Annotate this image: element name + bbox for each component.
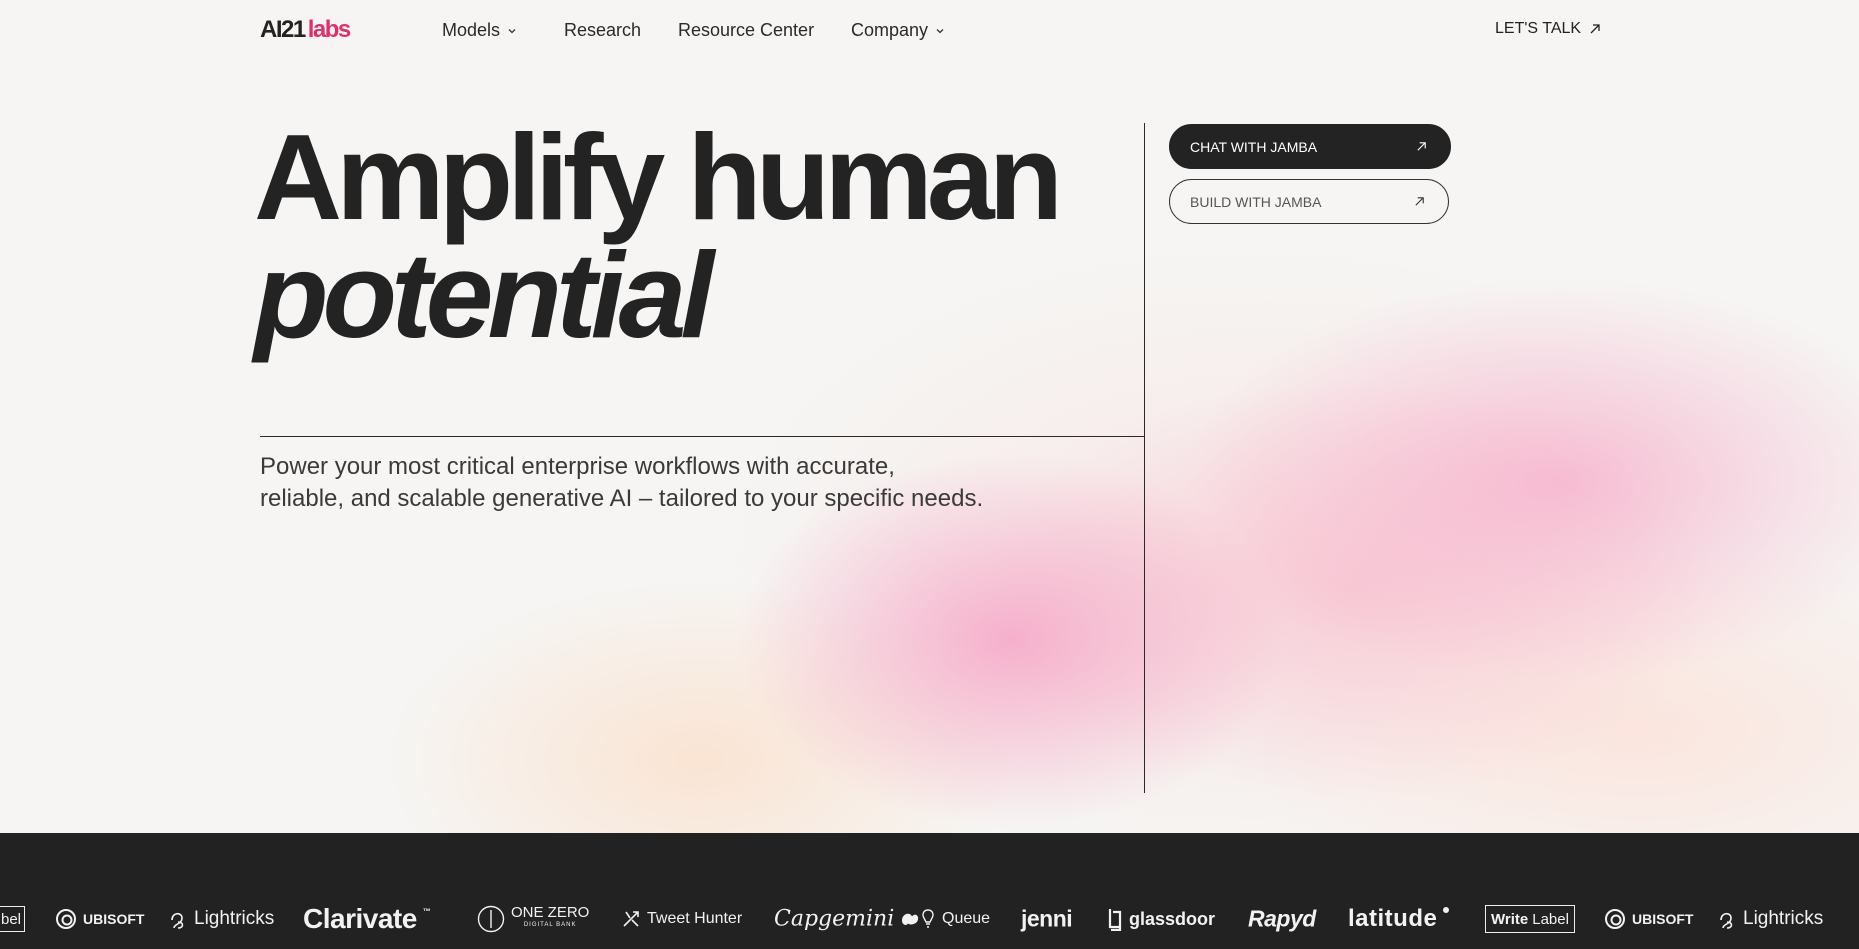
- lightricks-icon: [171, 912, 184, 929]
- chat-with-jamba-button[interactable]: CHAT WITH JAMBA: [1169, 124, 1451, 169]
- logo-text: Rapyd: [1248, 905, 1316, 932]
- chevron-down-icon: [936, 28, 944, 33]
- nav-item-company[interactable]: Company: [851, 20, 945, 41]
- ubisoft-logo: UBISOFT: [1604, 908, 1693, 930]
- button-label: CHAT WITH JAMBA: [1190, 138, 1318, 155]
- jenni-logo: jenni: [1021, 905, 1073, 933]
- lets-talk-label: LET'S TALK: [1495, 20, 1582, 37]
- lightricks-logo: Lightricks: [1717, 908, 1823, 930]
- hero-subtitle: Power your most critical enterprise work…: [260, 451, 1020, 515]
- one-zero-circle-icon: [477, 905, 505, 933]
- build-with-jamba-button[interactable]: BUILD WITH JAMBA: [1169, 179, 1449, 224]
- logo-labs-text: labs: [307, 16, 352, 43]
- queue-bulb-icon: [922, 909, 934, 928]
- ubisoft-logo: UBISOFT: [55, 908, 144, 930]
- logo-text: bel: [1, 910, 22, 928]
- logo-text: Capgemini: [774, 906, 895, 932]
- ubisoft-swirl-icon: [1605, 909, 1625, 929]
- logo-text: UBISOFT: [83, 911, 145, 927]
- headline-line-2: potential: [254, 227, 714, 363]
- lets-talk-link[interactable]: LET'S TALK: [1495, 20, 1602, 38]
- subtitle-line-2: reliable, and scalable generative AI – t…: [260, 485, 984, 512]
- logo-text: ONE ZERO: [511, 904, 590, 921]
- latitude-logo: latitude: [1348, 905, 1450, 933]
- logo-ai21-text: AI21: [260, 16, 306, 43]
- button-label: BUILD WITH JAMBA: [1190, 193, 1322, 210]
- logo-text: Lightricks: [194, 908, 275, 929]
- hero-headline: Amplify human potential: [254, 116, 1063, 363]
- nav-label: Resource Center: [678, 20, 815, 40]
- glassdoor-door-icon: [1108, 909, 1122, 931]
- clarivate-logo: Clarivate ™: [303, 903, 431, 935]
- logo-text: UBISOFT: [1632, 911, 1694, 927]
- lightricks-icon: [1720, 912, 1733, 929]
- chevron-down-icon: [508, 28, 516, 33]
- vertical-divider: [1144, 123, 1145, 793]
- nav-item-research[interactable]: Research: [564, 20, 641, 41]
- lightricks-logo: Lightricks: [168, 908, 274, 930]
- nav-label: Company: [851, 20, 929, 40]
- arrow-up-right-icon: [1590, 24, 1600, 34]
- logo-text: Write: [1491, 910, 1529, 928]
- capgemini-logo: Capgemini: [774, 907, 920, 932]
- tweet-hunter-logo: Tweet Hunter: [621, 909, 742, 929]
- logo-text: latitude: [1348, 905, 1438, 932]
- logo-text: Clarivate: [303, 903, 417, 934]
- glassdoor-logo: glassdoor: [1107, 907, 1215, 931]
- logo-text: jenni: [1021, 905, 1073, 932]
- arrow-up-right-icon: [1415, 197, 1424, 206]
- one-zero-logo: ONE ZERO DIGITAL BANK: [477, 905, 589, 933]
- queue-logo: Queue: [920, 908, 990, 930]
- headline-line-1: Amplify human: [254, 109, 1063, 245]
- one-zero-wordmark: ONE ZERO DIGITAL BANK: [511, 904, 590, 931]
- write-label-logo: Write Label: [1485, 905, 1575, 933]
- subtitle-line-1: Power your most critical enterprise work…: [260, 453, 895, 480]
- customer-logos-strip: [0, 833, 1859, 949]
- nav-label: Models: [442, 20, 501, 40]
- logo-text: Tweet Hunter: [647, 910, 743, 927]
- logo-text: Label: [1532, 910, 1569, 928]
- arrow-up-right-icon: [1417, 142, 1426, 151]
- hero-section: AI21 labs Models Research Resource Center…: [0, 0, 1859, 833]
- latitude-dot: [1443, 907, 1450, 913]
- nav-item-resource-center[interactable]: Resource Center: [678, 20, 814, 41]
- write-label-logo-partial: bel: [0, 906, 26, 932]
- ai21-labs-logo[interactable]: AI21 labs: [260, 16, 352, 46]
- capgemini-spade-icon: [902, 913, 919, 925]
- trademark-symbol: ™: [422, 907, 431, 916]
- top-navigation: AI21 labs Models Research Resource Center…: [0, 0, 1859, 64]
- logo-text: Queue: [942, 910, 991, 927]
- logo-subtext: DIGITAL BANK: [523, 922, 577, 928]
- nav-item-models[interactable]: Models: [442, 20, 517, 41]
- horizontal-divider: [260, 436, 1144, 437]
- logo-text: Lightricks: [1743, 908, 1824, 929]
- rapyd-logo: Rapyd: [1248, 906, 1316, 933]
- nav-label: Research: [564, 20, 642, 40]
- logo-text: glassdoor: [1129, 908, 1216, 929]
- tweet-hunter-icon: [623, 911, 639, 927]
- ubisoft-swirl-icon: [56, 909, 76, 929]
